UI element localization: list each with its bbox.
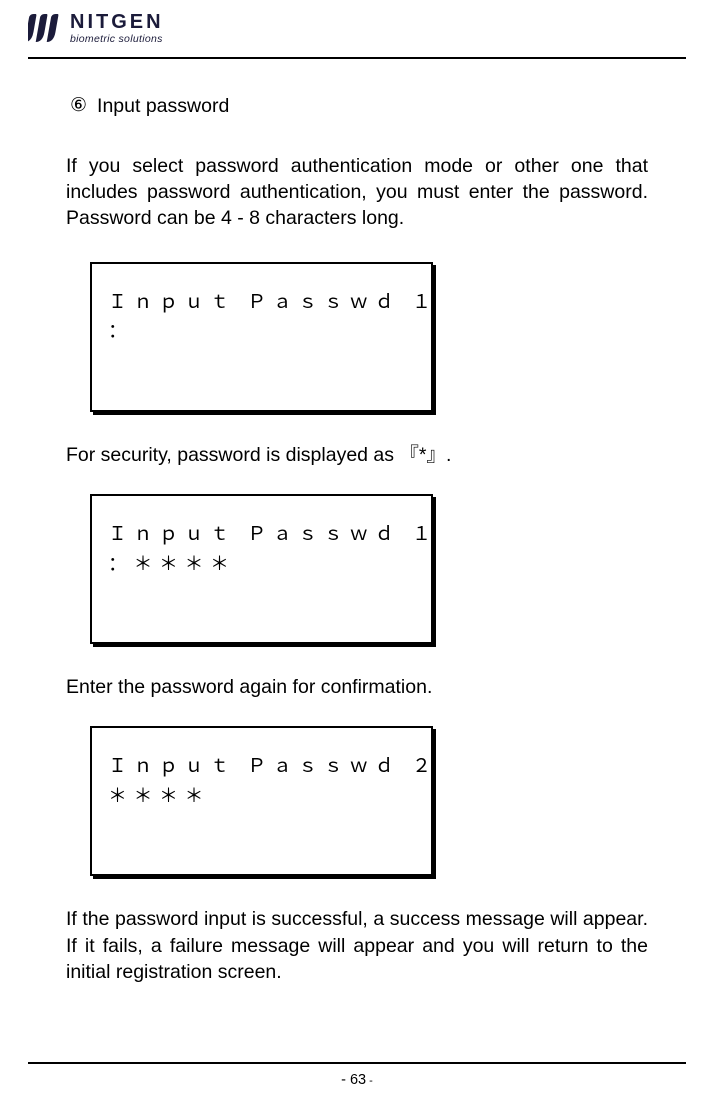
page-footer: - 63 - <box>28 1064 686 1088</box>
paragraph-intro: If you select password authentication mo… <box>66 153 648 232</box>
lcd3-line2: ＊＊＊＊ <box>108 782 416 811</box>
step-marker: ⑥ <box>70 93 87 119</box>
footer-dash-left: - <box>341 1072 350 1088</box>
lcd1-line2: ： <box>108 317 416 346</box>
page-number: 63 <box>350 1072 366 1088</box>
lcd-screen-2: Ｉｎｐｕｔ Ｐａｓｓｗｄ １ ：＊＊＊＊ <box>90 494 433 644</box>
paragraph-security: For security, password is displayed as 『… <box>66 442 648 468</box>
brand-name: NITGEN <box>70 12 164 32</box>
footer-dash-right: - <box>366 1075 373 1087</box>
page-content: ⑥ Input password If you select password … <box>28 59 686 1063</box>
nitgen-logo-icon <box>28 12 64 44</box>
page-header: NITGEN biometric solutions <box>28 12 686 53</box>
lcd3-line1: Ｉｎｐｕｔ Ｐａｓｓｗｄ ２ <box>108 752 416 781</box>
lcd1-line1: Ｉｎｐｕｔ Ｐａｓｓｗｄ １ <box>108 288 416 317</box>
paragraph-result: If the password input is successful, a s… <box>66 906 648 985</box>
lcd-screen-1: Ｉｎｐｕｔ Ｐａｓｓｗｄ １ ： <box>90 262 433 412</box>
lcd-screen-3: Ｉｎｐｕｔ Ｐａｓｓｗｄ ２ ＊＊＊＊ <box>90 726 433 876</box>
step-title: Input password <box>97 93 229 119</box>
brand-tagline: biometric solutions <box>70 34 164 45</box>
paragraph-confirm: Enter the password again for confirmatio… <box>66 674 648 700</box>
lcd2-line1: Ｉｎｐｕｔ Ｐａｓｓｗｄ １ <box>108 520 416 549</box>
lcd2-line2: ：＊＊＊＊ <box>108 550 416 579</box>
